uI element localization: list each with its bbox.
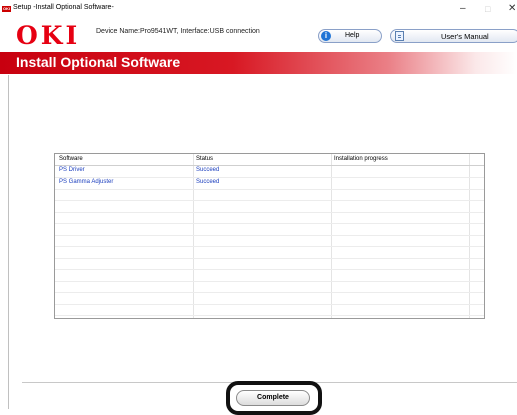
close-button[interactable]: ✕ [508,3,516,15]
users-manual-button[interactable]: User's Manual [390,29,517,43]
help-button[interactable]: i Help [318,29,382,43]
row-divider [55,281,484,282]
column-header-software: Software [59,156,83,162]
info-icon: i [321,31,331,41]
software-name: PS Gamma Adjuster [59,179,114,185]
column-divider [331,154,332,318]
header-divider [55,165,484,166]
row-divider [55,315,484,316]
row-divider [55,304,484,305]
row-divider [55,200,484,201]
row-divider [55,223,484,224]
row-divider [55,177,484,178]
header: OKI Device Name:Pro9541WT, Interface:USB… [0,21,517,52]
row-divider [55,212,484,213]
software-name: PS Driver [59,167,85,173]
app-icon: OKI [2,6,11,12]
window-title: Setup -Install Optional Software- [13,4,114,11]
row-divider [55,269,484,270]
page-title: Install Optional Software [16,54,181,70]
install-status: Succeed [196,167,220,173]
row-divider [55,258,484,259]
page-banner: Install Optional Software [0,52,517,74]
row-divider [55,292,484,293]
device-info: Device Name:Pro9541WT, Interface:USB con… [96,28,260,35]
row-divider [55,235,484,236]
manual-book-icon [395,31,404,41]
highlight-outline [226,381,322,415]
minimize-button[interactable]: – [460,3,466,15]
content-left-border [8,75,9,409]
maximize-button[interactable]: □ [485,3,490,15]
users-manual-label: User's Manual [441,32,489,41]
row-divider [55,246,484,247]
column-header-progress: Installation progress [334,156,388,162]
help-label: Help [345,32,360,39]
column-divider [193,154,194,318]
column-header-status: Status [196,156,214,162]
row-divider [55,189,484,190]
column-divider [469,154,470,318]
install-status: Succeed [196,179,220,185]
oki-logo: OKI [16,21,81,50]
title-bar: OKI Setup -Install Optional Software- – … [0,0,517,22]
software-table: Software Status Installation progress PS… [54,153,485,319]
